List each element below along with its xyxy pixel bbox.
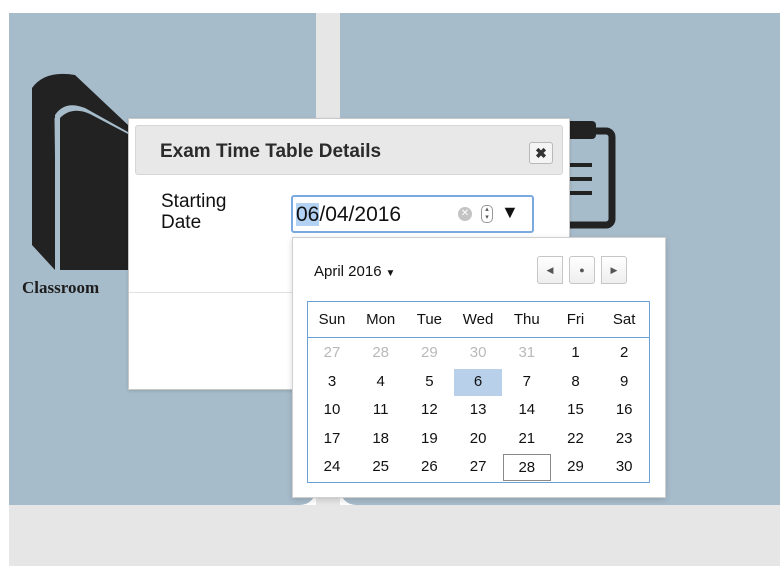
calendar-day[interactable]: 18 [357,426,405,453]
calendar-day[interactable]: 21 [503,426,551,453]
calendar-day[interactable]: 20 [454,426,502,453]
date-value: 06/04/2016 [296,203,401,227]
calendar-day[interactable]: 26 [405,454,453,481]
next-month-icon[interactable]: ▶ [601,256,627,284]
calendar-day[interactable]: 4 [357,369,405,396]
calendar-day[interactable]: 6 [454,368,503,396]
calendar-day[interactable]: 3 [308,369,356,396]
month-label: April 2016 [314,263,382,280]
dialog-header: Exam Time Table Details ✖ [135,125,563,175]
calendar-day[interactable]: 14 [503,397,551,424]
date-day-selection: 06 [296,203,320,226]
calendar-day[interactable]: 5 [405,369,453,396]
calendar-day[interactable]: 30 [600,454,648,481]
calendar-day[interactable]: 30 [454,340,502,367]
starting-date-input[interactable]: 06/04/2016 ✕ ▴ ▾ ▼ [291,195,534,233]
calendar-day[interactable]: 12 [405,397,453,424]
calendar-day[interactable]: 17 [308,426,356,453]
close-icon[interactable]: ✖ [529,142,553,164]
calendar-day[interactable]: 15 [552,397,600,424]
calendar-grid: Sun Mon Tue Wed Thu Fri Sat 27 28 29 30 31 1 2 3 4 5 6 7 8 9… [307,301,650,483]
calendar-day[interactable]: 24 [308,454,356,481]
date-picker-popup: April 2016 ▼ ◀ ● ▶ Sun Mon Tue Wed Thu Fri Sat 2… [292,237,666,498]
today-dot-icon[interactable]: ● [569,256,595,284]
date-rest: /04/2016 [319,203,402,226]
month-selector[interactable]: April 2016 ▼ [314,263,395,280]
weekday-thu: Thu [513,311,540,328]
calendar-day[interactable]: 16 [600,397,648,424]
calendar-day[interactable]: 27 [454,454,502,481]
classroom-label: Classroom [22,278,100,297]
caret-down-icon: ▼ [385,268,396,279]
calendar-day[interactable]: 29 [552,454,600,481]
calendar-day[interactable]: 11 [357,397,405,424]
calendar-day[interactable]: 1 [552,340,600,367]
weekday-sun: Sun [318,311,346,328]
weekday-mon: Mon [366,311,396,328]
calendar-day[interactable]: 13 [454,397,502,424]
clear-icon[interactable]: ✕ [458,207,472,221]
calendar-day[interactable]: 9 [600,369,648,396]
weekday-fri: Fri [566,311,585,328]
weekday-tue: Tue [416,311,443,328]
book-icon [32,73,128,271]
calendar-day[interactable]: 10 [308,397,356,424]
calendar-day[interactable]: 31 [503,340,551,367]
spinner-icon[interactable]: ▴ ▾ [481,205,493,223]
weekday-wed: Wed [462,311,494,328]
calendar-day[interactable]: 23 [600,426,648,453]
top-band [0,0,780,13]
dialog-title: Exam Time Table Details [160,141,382,162]
calendar-day[interactable]: 22 [552,426,600,453]
calendar-day[interactable]: 7 [503,369,551,396]
bottom-band [9,505,780,566]
left-strip [0,13,9,566]
calendar-day[interactable]: 19 [405,426,453,453]
calendar-day[interactable]: 27 [308,340,356,367]
weekday-sat: Sat [612,311,636,328]
prev-month-icon[interactable]: ◀ [537,256,563,284]
calendar-day[interactable]: 28 [357,340,405,367]
calendar-day[interactable]: 28 [502,454,551,481]
dropdown-arrow-icon[interactable]: ▼ [501,202,519,223]
calendar-day[interactable]: 2 [600,340,648,367]
calendar-day[interactable]: 8 [552,369,600,396]
calendar-day[interactable]: 25 [357,454,405,481]
calendar-day[interactable]: 29 [405,340,453,367]
starting-date-label: Starting Date [161,191,227,233]
